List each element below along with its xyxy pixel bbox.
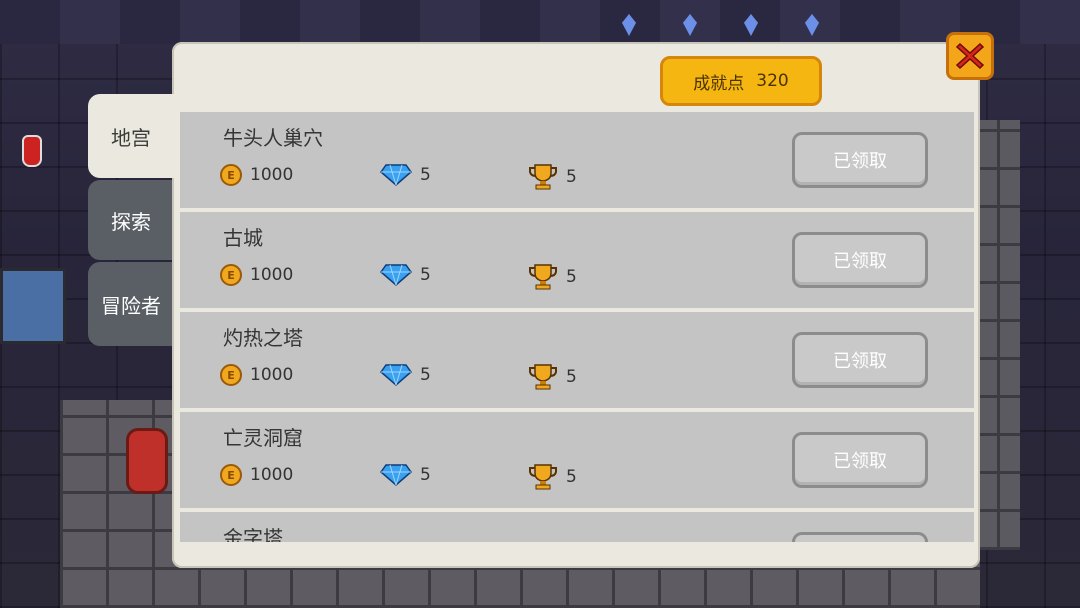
- trophy-amount: 5: [566, 267, 577, 287]
- achievement-name: 牛头人巢穴: [223, 126, 323, 150]
- gem-reward: 5: [380, 364, 431, 386]
- diamond-icon: [380, 364, 412, 386]
- coin-icon: E: [220, 264, 242, 286]
- trophy-icon: [529, 364, 557, 390]
- trophy-reward: 5: [528, 264, 577, 290]
- trophy-reward: 5: [528, 464, 577, 490]
- list-item: 牛头人巢穴 E 1000 5 5 已领取: [180, 112, 974, 208]
- coin-amount: 1000: [250, 365, 294, 385]
- achievement-name: 金字塔: [223, 526, 283, 542]
- claimed-button[interactable]: 已领取: [792, 332, 928, 388]
- coin-amount: 1000: [250, 465, 294, 485]
- coin-reward: E 1000: [220, 164, 293, 186]
- gem-amount: 5: [420, 465, 431, 485]
- tab-adventurer[interactable]: 冒险者: [88, 262, 174, 346]
- claimed-button[interactable]: 已领取: [792, 432, 928, 488]
- gem-reward: 5: [380, 164, 431, 186]
- top-shelf-area: [0, 0, 1080, 44]
- tab-explore[interactable]: 探索: [88, 180, 174, 260]
- achievement-name: 古城: [223, 226, 263, 250]
- trophy-icon: [529, 464, 557, 490]
- coin-reward: E 1000: [220, 364, 293, 386]
- points-label: 成就点: [693, 73, 745, 94]
- list-item: 金字塔: [180, 512, 974, 542]
- claim-button-partial[interactable]: [792, 532, 928, 542]
- list-item: 古城 E 1000 5 5 已领取: [180, 212, 974, 308]
- trophy-reward: 5: [528, 364, 577, 390]
- coin-icon: E: [220, 464, 242, 486]
- claimed-button[interactable]: 已领取: [792, 132, 928, 188]
- bookshelf-icon: [0, 268, 66, 344]
- achievement-name: 亡灵洞窟: [223, 426, 303, 450]
- coin-reward: E 1000: [220, 464, 293, 486]
- gem-reward: 5: [380, 464, 431, 486]
- claimed-button[interactable]: 已领取: [792, 232, 928, 288]
- diamond-icon: [380, 264, 412, 286]
- coin-icon: E: [220, 164, 242, 186]
- list-item: 灼热之塔 E 1000 5 5 已领取: [180, 312, 974, 408]
- trophy-icon: [529, 264, 557, 290]
- trophy-icon: [529, 164, 557, 190]
- achievement-name: 灼热之塔: [223, 326, 303, 350]
- tab-dungeon[interactable]: 地宫: [88, 94, 174, 178]
- list-item: 亡灵洞窟 E 1000 5 5 已领取: [180, 412, 974, 508]
- trophy-reward: 5: [528, 164, 577, 190]
- gem-amount: 5: [420, 365, 431, 385]
- diamond-icon: [380, 464, 412, 486]
- achievement-list[interactable]: 牛头人巢穴 E 1000 5 5 已领取 古城 E 1000 5 5 已领取 灼…: [180, 112, 974, 542]
- gem-amount: 5: [420, 165, 431, 185]
- gem-amount: 5: [420, 265, 431, 285]
- points-value: 320: [756, 71, 789, 91]
- potion-icon: [22, 135, 42, 167]
- trophy-amount: 5: [566, 467, 577, 487]
- trophy-amount: 5: [566, 167, 577, 187]
- trophy-amount: 5: [566, 367, 577, 387]
- close-icon: [955, 42, 985, 70]
- coin-icon: E: [220, 364, 242, 386]
- gem-reward: 5: [380, 264, 431, 286]
- close-button[interactable]: [946, 32, 994, 80]
- coin-amount: 1000: [250, 265, 294, 285]
- coin-reward: E 1000: [220, 264, 293, 286]
- lantern-icon: [126, 428, 168, 494]
- coin-amount: 1000: [250, 165, 294, 185]
- diamond-icon: [380, 164, 412, 186]
- achievement-points-badge: 成就点 320: [660, 56, 822, 106]
